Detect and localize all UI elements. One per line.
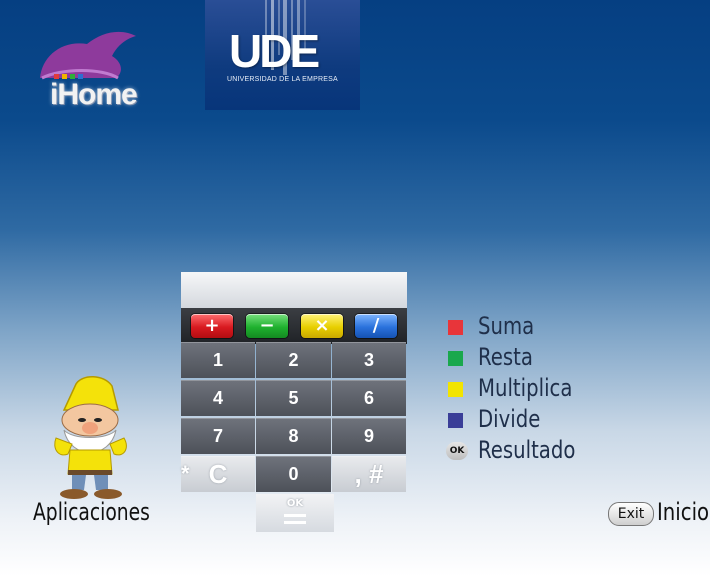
divide-button[interactable]: /	[355, 314, 397, 338]
legend-item-resultado: OK Resultado	[446, 436, 606, 466]
key-4[interactable]: 4	[181, 380, 255, 416]
ude-logo: UDE UNIVERSIDAD DE LA EMPRESA	[205, 0, 360, 110]
calculator-display	[181, 272, 407, 308]
key-9[interactable]: 9	[332, 418, 406, 454]
red-swatch	[448, 320, 463, 335]
key-0[interactable]: 0	[256, 456, 331, 492]
legend-item-multiplica: Multiplica	[446, 374, 606, 404]
equals-icon	[284, 514, 306, 524]
green-swatch	[448, 351, 463, 366]
subtract-button[interactable]: −	[246, 314, 288, 338]
legend-item-suma: Suma	[446, 312, 606, 342]
multiply-button[interactable]: ×	[301, 314, 343, 338]
ude-subtitle: UNIVERSIDAD DE LA EMPRESA	[227, 76, 338, 83]
ok-key-label: OK	[286, 498, 304, 509]
legend-label: Resultado	[478, 436, 576, 464]
clear-key-label: C	[208, 459, 228, 489]
ok-chip: OK	[446, 442, 468, 460]
comma-hash-key[interactable]: , #	[332, 456, 406, 492]
operator-bar: + − × /	[181, 308, 407, 344]
legend-label: Suma	[478, 312, 535, 340]
ihome-logo: iHome	[26, 26, 161, 111]
ude-wordmark: UDE	[229, 25, 320, 77]
ihome-wordmark: iHome	[50, 78, 138, 111]
home-label[interactable]: Inicio	[657, 498, 709, 526]
key-2[interactable]: 2	[256, 342, 331, 378]
key-5[interactable]: 5	[256, 380, 331, 416]
ok-key[interactable]: OK	[256, 494, 334, 532]
yellow-swatch	[448, 382, 463, 397]
clear-key[interactable]: * C	[181, 456, 255, 492]
legend-item-divide: Divide	[446, 405, 606, 435]
key-8[interactable]: 8	[256, 418, 331, 454]
legend-item-resta: Resta	[446, 343, 606, 373]
legend-label: Resta	[478, 343, 533, 371]
key-1[interactable]: 1	[181, 342, 255, 378]
exit-button[interactable]: Exit	[608, 502, 654, 526]
key-3[interactable]: 3	[332, 342, 406, 378]
applications-label[interactable]: Aplicaciones	[33, 498, 150, 526]
blue-swatch	[448, 413, 463, 428]
legend-label: Divide	[478, 405, 541, 433]
star-glyph: *	[181, 461, 190, 486]
key-6[interactable]: 6	[332, 380, 406, 416]
key-7[interactable]: 7	[181, 418, 255, 454]
dwarf-mascot-icon[interactable]	[42, 374, 138, 502]
legend-label: Multiplica	[478, 374, 573, 402]
add-button[interactable]: +	[191, 314, 233, 338]
